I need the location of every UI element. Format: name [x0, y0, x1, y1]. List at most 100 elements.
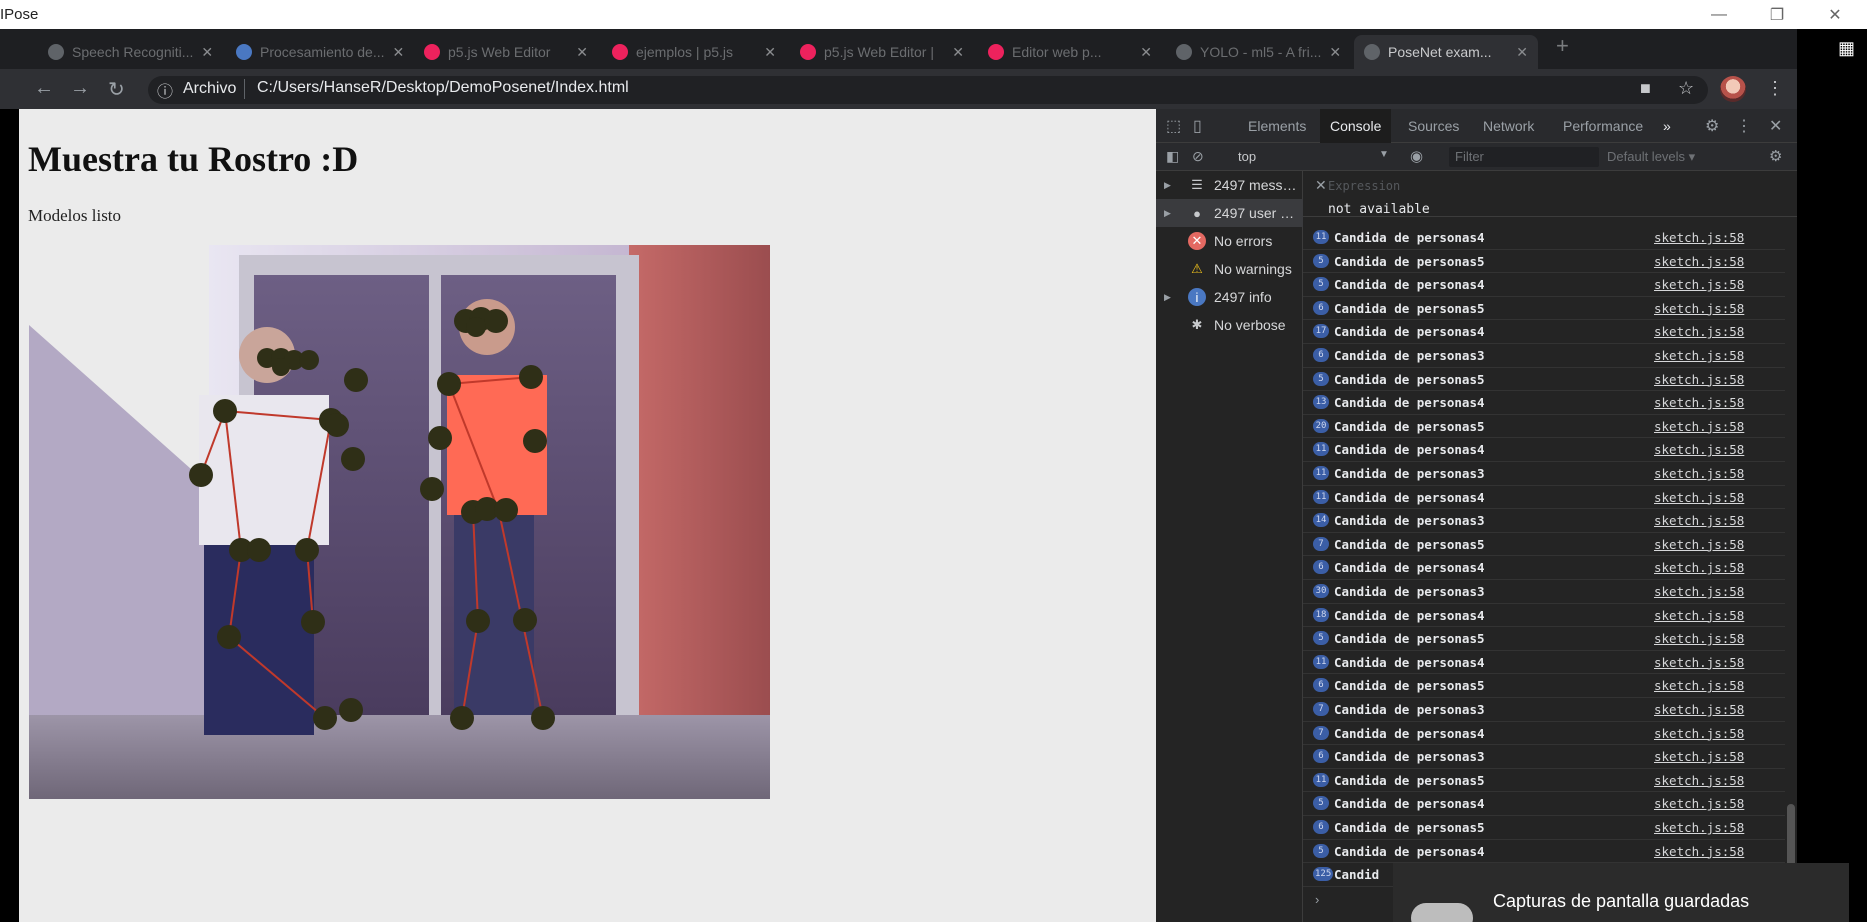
tab-close-icon[interactable]: ✕: [1516, 44, 1528, 61]
close-icon[interactable]: ✕: [1806, 2, 1864, 28]
console-message[interactable]: 13 Candida de personas4 sketch.js:58: [1303, 391, 1785, 415]
console-message[interactable]: 11 Candida de personas4 sketch.js:58: [1303, 226, 1785, 250]
console-message[interactable]: 5 Candida de personas4 sketch.js:58: [1303, 840, 1785, 864]
tab-close-icon[interactable]: ✕: [764, 44, 776, 61]
tab-close-icon[interactable]: ✕: [1329, 44, 1341, 61]
inspect-icon[interactable]: ⬚: [1166, 116, 1181, 136]
star-icon[interactable]: ☆: [1678, 78, 1694, 99]
source-link[interactable]: sketch.js:58: [1654, 631, 1744, 646]
sidebar-item[interactable]: ▶ i 2497 info: [1156, 283, 1303, 311]
source-link[interactable]: sketch.js:58: [1654, 277, 1744, 292]
source-link[interactable]: sketch.js:58: [1654, 395, 1744, 410]
console-message[interactable]: 11 Candida de personas5 sketch.js:58: [1303, 769, 1785, 793]
source-link[interactable]: sketch.js:58: [1654, 419, 1744, 434]
console-message[interactable]: 11 Candida de personas4 sketch.js:58: [1303, 438, 1785, 462]
tab-elements[interactable]: Elements: [1248, 118, 1306, 134]
sidebar-item[interactable]: ⚠ No warnings: [1156, 255, 1303, 283]
source-link[interactable]: sketch.js:58: [1654, 372, 1744, 387]
back-icon[interactable]: ←: [34, 77, 54, 100]
console-message[interactable]: 5 Candida de personas4 sketch.js:58: [1303, 792, 1785, 816]
camera-icon[interactable]: ■: [1640, 78, 1651, 99]
browser-tab[interactable]: Editor web p... ✕: [978, 35, 1162, 69]
chevron-down-icon[interactable]: ▼: [1379, 149, 1389, 160]
source-link[interactable]: sketch.js:58: [1654, 513, 1744, 528]
close-devtools-icon[interactable]: ✕: [1769, 116, 1782, 136]
sidebar-item[interactable]: ✱ No verbose: [1156, 311, 1303, 339]
console-message[interactable]: 5 Candida de personas5 sketch.js:58: [1303, 250, 1785, 274]
log-levels-select[interactable]: Default levels ▾: [1607, 149, 1695, 165]
restore-icon[interactable]: ❐: [1748, 2, 1806, 28]
sidebar-item[interactable]: ▶ ☰ 2497 messa...: [1156, 171, 1303, 199]
console-message[interactable]: 5 Candida de personas5 sketch.js:58: [1303, 627, 1785, 651]
reload-icon[interactable]: ↻: [108, 77, 125, 102]
source-link[interactable]: sketch.js:58: [1654, 324, 1744, 339]
source-link[interactable]: sketch.js:58: [1654, 655, 1744, 670]
browser-tab[interactable]: p5.js Web Editor | ✕: [790, 35, 974, 69]
console-message[interactable]: 6 Candida de personas5 sketch.js:58: [1303, 674, 1785, 698]
tab-sources[interactable]: Sources: [1408, 118, 1459, 134]
tab-close-icon[interactable]: ✕: [393, 44, 405, 61]
browser-tab[interactable]: p5.js Web Editor ✕: [414, 35, 598, 69]
console-message[interactable]: 17 Candida de personas4 sketch.js:58: [1303, 320, 1785, 344]
menu-icon[interactable]: ⋮: [1766, 78, 1784, 99]
console-message[interactable]: 7 Candida de personas3 sketch.js:58: [1303, 698, 1785, 722]
console-message[interactable]: 14 Candida de personas3 sketch.js:58: [1303, 509, 1785, 533]
remove-expression-icon[interactable]: ✕: [1315, 177, 1327, 194]
browser-tab[interactable]: ejemplos | p5.js ✕: [602, 35, 786, 69]
source-link[interactable]: sketch.js:58: [1654, 230, 1744, 245]
browser-tab[interactable]: PoseNet exam... ✕: [1354, 35, 1538, 69]
address-url[interactable]: C:/Users/HanseR/Desktop/DemoPosenet/Inde…: [257, 79, 629, 97]
source-link[interactable]: sketch.js:58: [1654, 844, 1744, 859]
console-message[interactable]: 5 Candida de personas4 sketch.js:58: [1303, 273, 1785, 297]
console-message[interactable]: 7 Candida de personas4 sketch.js:58: [1303, 722, 1785, 746]
console-settings-icon[interactable]: ⚙: [1769, 147, 1782, 165]
source-link[interactable]: sketch.js:58: [1654, 796, 1744, 811]
expression-input[interactable]: Expression: [1328, 179, 1400, 193]
more-tabs-icon[interactable]: »: [1663, 118, 1671, 134]
console-message[interactable]: 20 Candida de personas5 sketch.js:58: [1303, 415, 1785, 439]
console-message[interactable]: 6 Candida de personas5 sketch.js:58: [1303, 816, 1785, 840]
console-message[interactable]: 6 Candida de personas3 sketch.js:58: [1303, 745, 1785, 769]
avatar[interactable]: [1720, 76, 1746, 102]
settings-icon[interactable]: ⚙: [1705, 116, 1719, 136]
console-message[interactable]: 18 Candida de personas4 sketch.js:58: [1303, 604, 1785, 628]
source-link[interactable]: sketch.js:58: [1654, 466, 1744, 481]
device-toolbar-icon[interactable]: ▯: [1193, 116, 1202, 136]
tab-close-icon[interactable]: ✕: [1140, 44, 1152, 61]
tab-close-icon[interactable]: ✕: [201, 44, 213, 61]
sidebar-item[interactable]: ✕ No errors: [1156, 227, 1303, 255]
browser-tab[interactable]: Procesamiento de... ✕: [226, 35, 410, 69]
screenshot-toast[interactable]: Capturas de pantalla guardadas: [1393, 863, 1849, 922]
console-message[interactable]: 6 Candida de personas4 sketch.js:58: [1303, 556, 1785, 580]
console-message[interactable]: 7 Candida de personas5 sketch.js:58: [1303, 533, 1785, 557]
source-link[interactable]: sketch.js:58: [1654, 560, 1744, 575]
forward-icon[interactable]: →: [70, 77, 90, 100]
browser-tab[interactable]: YOLO - ml5 - A fri... ✕: [1166, 35, 1350, 69]
filter-input[interactable]: Filter: [1449, 147, 1599, 167]
context-select[interactable]: top: [1238, 149, 1256, 164]
tab-network[interactable]: Network: [1483, 118, 1534, 134]
source-link[interactable]: sketch.js:58: [1654, 584, 1744, 599]
source-link[interactable]: sketch.js:58: [1654, 608, 1744, 623]
source-link[interactable]: sketch.js:58: [1654, 301, 1744, 316]
console-prompt[interactable]: ›: [1315, 892, 1319, 907]
console-message[interactable]: 6 Candida de personas5 sketch.js:58: [1303, 297, 1785, 321]
console-message[interactable]: 5 Candida de personas5 sketch.js:58: [1303, 368, 1785, 392]
console-message[interactable]: 11 Candida de personas4 sketch.js:58: [1303, 651, 1785, 675]
source-link[interactable]: sketch.js:58: [1654, 254, 1744, 269]
kebab-menu-icon[interactable]: ⋮: [1736, 116, 1752, 136]
console-message[interactable]: 11 Candida de personas3 sketch.js:58: [1303, 462, 1785, 486]
sidebar-toggle-icon[interactable]: ◧: [1166, 148, 1179, 165]
eye-icon[interactable]: ◉: [1410, 147, 1423, 165]
source-link[interactable]: sketch.js:58: [1654, 702, 1744, 717]
tab-console[interactable]: Console: [1320, 109, 1392, 143]
source-link[interactable]: sketch.js:58: [1654, 820, 1744, 835]
grid-icon[interactable]: ▦: [1838, 38, 1855, 59]
tab-close-icon[interactable]: ✕: [576, 44, 588, 61]
new-tab-button[interactable]: +: [1556, 33, 1569, 59]
source-link[interactable]: sketch.js:58: [1654, 773, 1744, 788]
source-link[interactable]: sketch.js:58: [1654, 678, 1744, 693]
clear-console-icon[interactable]: ⊘: [1192, 148, 1204, 165]
info-icon[interactable]: ⓘ: [157, 78, 173, 102]
console-message[interactable]: 6 Candida de personas3 sketch.js:58: [1303, 344, 1785, 368]
